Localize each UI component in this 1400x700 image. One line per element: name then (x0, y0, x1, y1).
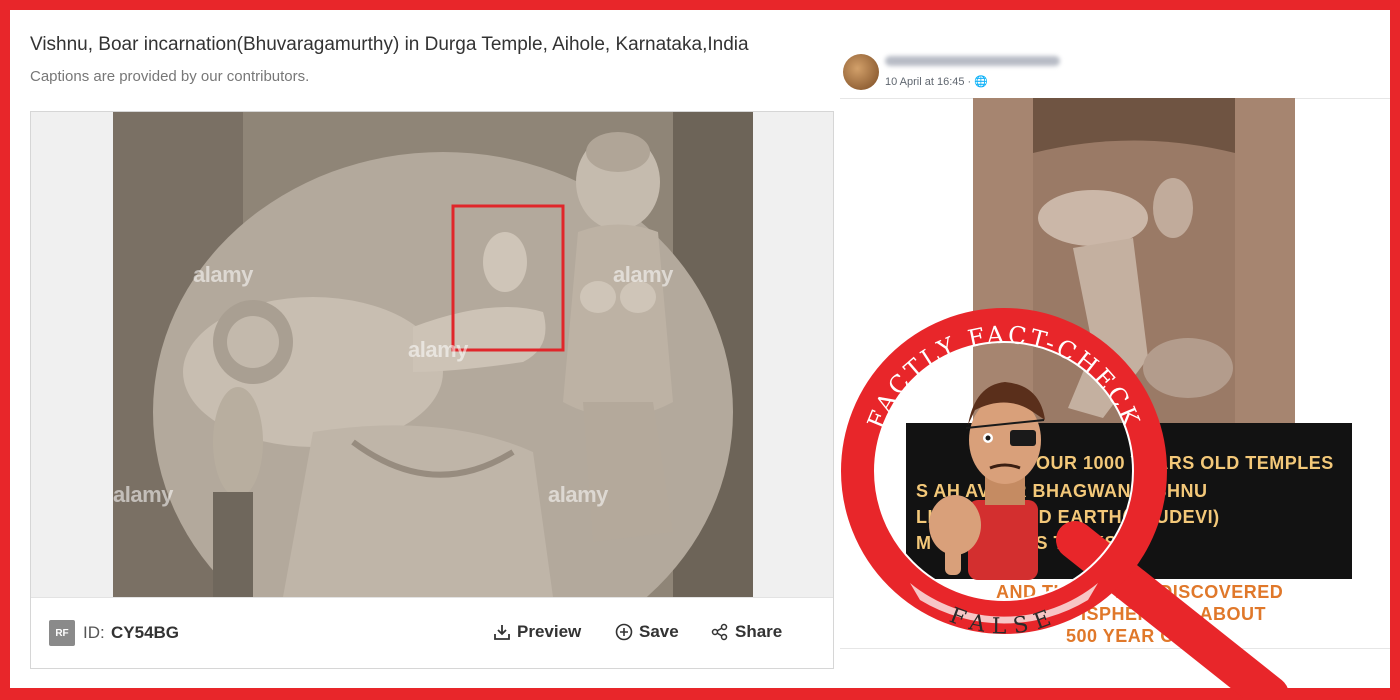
alamy-watermark: alamy (113, 482, 173, 507)
rf-license-badge: RF (49, 620, 75, 646)
overlay-text-line: M OCE ON HIS TUSKS (916, 533, 1118, 553)
share-icon (711, 623, 728, 641)
post-image-carving[interactable] (973, 98, 1295, 438)
stock-image-card: alamy alamy alamy alamy alamy RF ID: CY5… (30, 111, 834, 669)
post-time-text: 10 April at 16:45 · (885, 76, 972, 88)
alamy-watermark: alamy (408, 337, 468, 362)
post-timestamp[interactable]: 10 April at 16:45 · 🌐 (885, 75, 988, 88)
overlay-text-line: AND THEY S LEO DISCOVERED (996, 582, 1284, 602)
overlay-text-line: 500 YEAR O (1066, 626, 1175, 646)
download-icon (494, 625, 510, 640)
image-id-value: CY54BG (111, 623, 180, 642)
overlay-text-line: LI ERICAL PED EARTH(BHUDEVI) (916, 507, 1220, 527)
preview-label: Preview (517, 622, 582, 641)
save-button[interactable]: Save (615, 622, 679, 642)
divider (840, 648, 1390, 649)
facebook-post: 10 April at 16:45 · 🌐 OUR 1000 YEARS OLD… (840, 40, 1390, 650)
share-button[interactable]: Share (711, 622, 782, 642)
plus-circle-icon (615, 623, 633, 641)
preview-button[interactable]: Preview (493, 622, 581, 642)
overlay-text-line: S AH AVTAR BHAGWAN VISHNU (916, 481, 1208, 501)
overlay-text-line: ISPHERICAL ABOUT (1081, 604, 1267, 624)
save-label: Save (639, 622, 679, 641)
stock-photo-vishnu-boar[interactable]: alamy alamy alamy alamy alamy (113, 112, 753, 597)
stock-image-title: Vishnu, Boar incarnation(Bhuvaragamurthy… (30, 34, 749, 55)
blurred-author-name (885, 56, 1060, 66)
image-id-label: ID: (83, 623, 105, 642)
alamy-watermark: alamy (193, 262, 253, 287)
post-image-caption-overlay-bottom: AND THEY S LEO DISCOVERED ISPHERICAL ABO… (906, 580, 1352, 650)
stock-footer-bar: RF ID: CY54BG Preview Save Share (31, 597, 833, 668)
overlay-text-line: OUR 1000 YEARS OLD TEMPLES (1036, 453, 1334, 473)
post-image-caption-overlay: OUR 1000 YEARS OLD TEMPLES S AH AVTAR BH… (906, 423, 1352, 579)
avatar[interactable] (843, 54, 879, 90)
stock-caption-note: Captions are provided by our contributor… (30, 68, 310, 85)
alamy-watermark: alamy (613, 262, 673, 287)
share-label: Share (735, 622, 783, 641)
content-frame: Vishnu, Boar incarnation(Bhuvaragamurthy… (10, 10, 1390, 688)
alamy-watermark: alamy (548, 482, 608, 507)
globe-icon: 🌐 (974, 76, 988, 88)
